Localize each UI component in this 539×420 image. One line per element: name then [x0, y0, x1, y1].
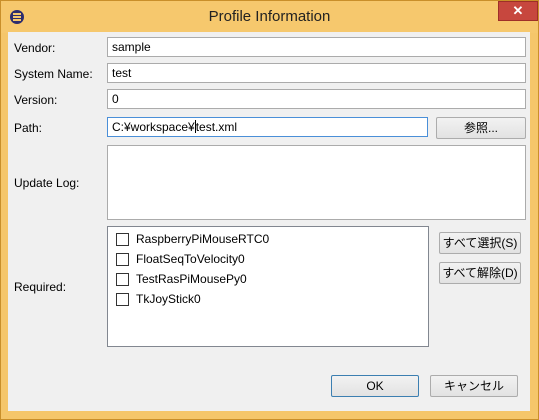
- required-item-label: TkJoyStick0: [136, 292, 201, 306]
- version-field[interactable]: 0: [107, 89, 526, 109]
- profile-dialog: Profile Information ✕ Vendor: sample Sys…: [0, 0, 539, 420]
- path-field[interactable]: C:¥workspace¥test.xml: [107, 117, 428, 137]
- close-button[interactable]: ✕: [498, 1, 538, 21]
- required-item-label: RaspberryPiMouseRTC0: [136, 232, 270, 246]
- path-label: Path:: [14, 121, 43, 135]
- deselect-all-button[interactable]: すべて解除(D): [439, 262, 521, 284]
- system-name-label: System Name:: [14, 67, 93, 81]
- close-icon: ✕: [512, 3, 524, 18]
- update-log-textarea[interactable]: [107, 145, 526, 220]
- vendor-label: Vendor:: [14, 41, 56, 55]
- title-bar[interactable]: Profile Information ✕: [1, 1, 538, 33]
- update-log-label: Update Log:: [14, 176, 80, 190]
- vendor-field[interactable]: sample: [107, 37, 526, 57]
- required-item-label: TestRasPiMousePy0: [136, 272, 247, 286]
- required-item-label: FloatSeqToVelocity0: [136, 252, 245, 266]
- system-name-field[interactable]: test: [107, 63, 526, 83]
- cancel-button[interactable]: キャンセル: [430, 375, 518, 397]
- required-checkbox[interactable]: [116, 293, 129, 306]
- window-title: Profile Information: [208, 8, 331, 25]
- dialog-body: Vendor: sample System Name: test Version…: [8, 32, 530, 411]
- path-text-before-caret: C:¥workspace¥: [112, 120, 195, 134]
- required-label: Required:: [14, 280, 67, 294]
- required-checkbox[interactable]: [116, 233, 129, 246]
- path-text-after-caret: test.xml: [195, 120, 238, 134]
- required-checkbox[interactable]: [116, 273, 129, 286]
- required-list[interactable]: RaspberryPiMouseRTC0 FloatSeqToVelocity0…: [107, 226, 429, 347]
- ok-button[interactable]: OK: [331, 375, 419, 397]
- required-checkbox[interactable]: [116, 253, 129, 266]
- browse-button[interactable]: 参照...: [436, 117, 526, 139]
- select-all-button[interactable]: すべて選択(S): [439, 232, 521, 254]
- version-label: Version:: [14, 93, 58, 107]
